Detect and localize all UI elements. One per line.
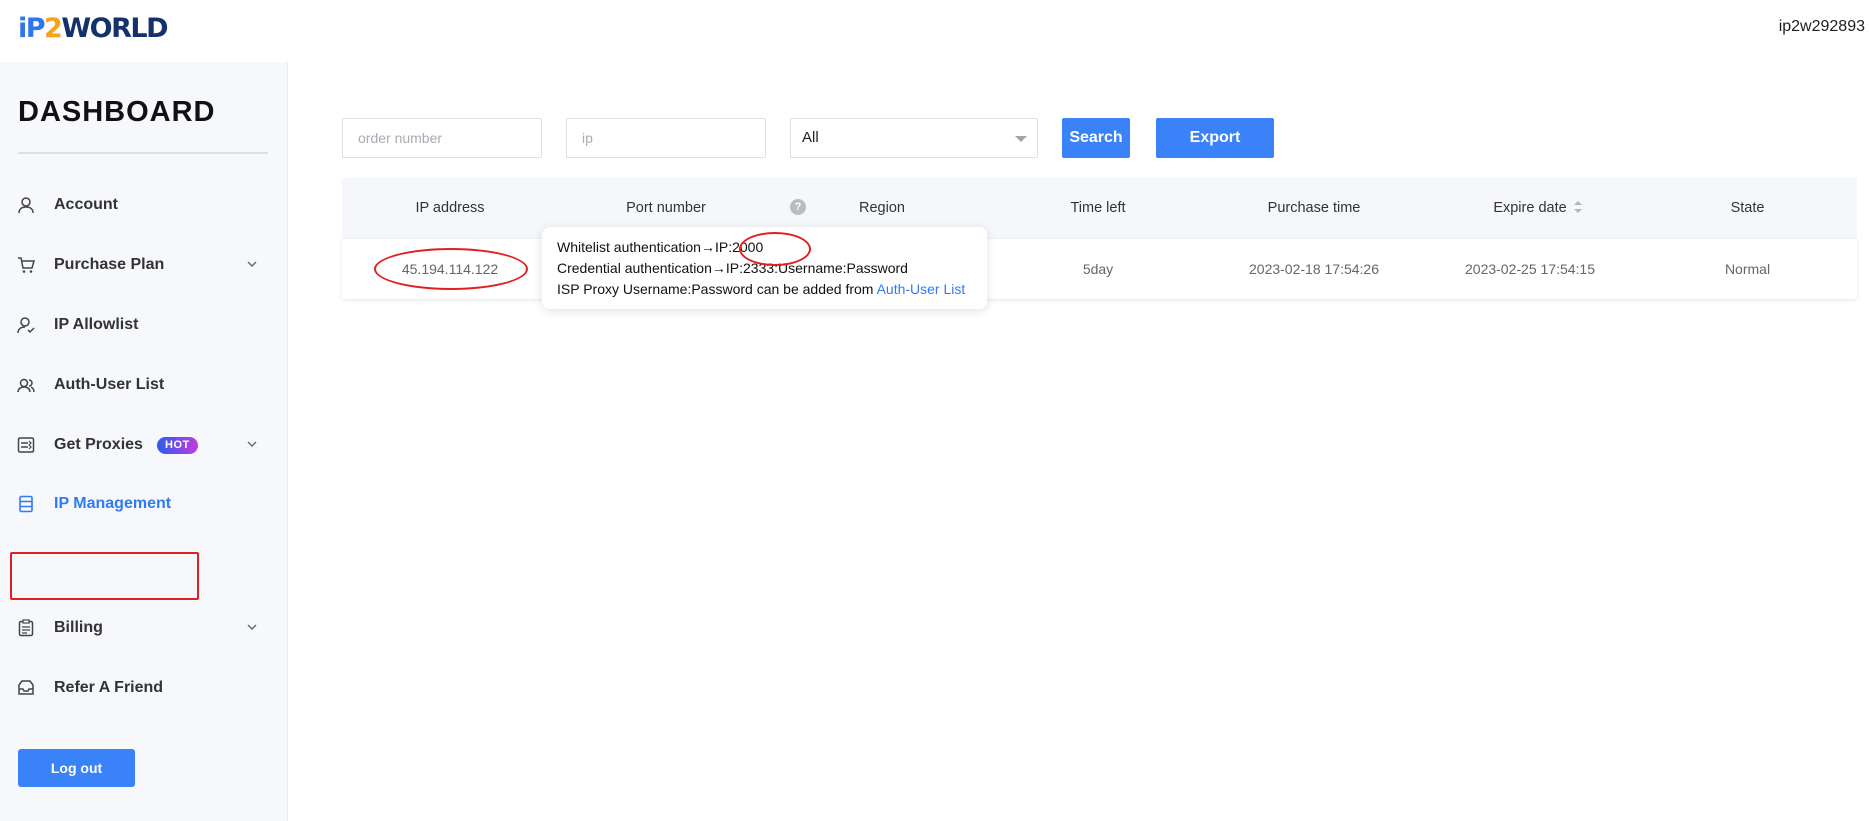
state-cell: Normal xyxy=(1724,261,1771,277)
purchase-time-cell: 2023-02-18 17:54:26 xyxy=(1249,261,1379,277)
sidebar-item-billing[interactable]: Billing xyxy=(0,608,288,648)
tooltip-port-value: 2000 xyxy=(732,239,764,255)
sidebar: DASHBOARD Account Purchase Plan IP Allow… xyxy=(0,62,288,821)
sort-icon[interactable] xyxy=(1573,198,1583,216)
logo-part-2: 2 xyxy=(44,12,63,44)
top-bar: iP2WORLD ip2w292893 xyxy=(0,0,1869,62)
caret-down-icon xyxy=(1015,136,1027,142)
dashboard-title: DASHBOARD xyxy=(18,96,216,128)
divider xyxy=(18,152,268,154)
ip2world-logo[interactable]: iP2WORLD xyxy=(18,12,168,44)
time-left-cell: 5day xyxy=(1082,261,1114,277)
user-check-icon xyxy=(17,317,35,334)
chevron-down-icon xyxy=(247,441,257,447)
sidebar-item-ip-allowlist[interactable]: IP Allowlist xyxy=(0,305,288,345)
annotation-highlight-box xyxy=(10,552,199,600)
sidebar-item-get-proxies[interactable]: Get Proxies HOT xyxy=(0,425,288,465)
username-label[interactable]: ip2w292893 xyxy=(1779,18,1865,36)
port-tooltip: Whitelist authentication→IP:2000 Credent… xyxy=(542,227,987,309)
sidebar-item-label: Auth-User List xyxy=(54,376,165,393)
tooltip-text: Whitelist authentication→IP: xyxy=(557,239,733,255)
tooltip-line-credential: Credential authentication→IP:2333:Userna… xyxy=(557,260,908,276)
sidebar-item-refer-a-friend[interactable]: Refer A Friend xyxy=(0,668,288,708)
column-header: Time left xyxy=(1070,200,1126,216)
hot-badge: HOT xyxy=(157,437,198,454)
users-icon xyxy=(17,378,35,393)
sidebar-item-label: Purchase Plan xyxy=(54,256,165,273)
ip-input[interactable] xyxy=(566,118,766,158)
sidebar-item-purchase-plan[interactable]: Purchase Plan xyxy=(0,245,288,285)
column-header[interactable]: Expire date xyxy=(1422,178,1638,239)
export-button[interactable]: Export xyxy=(1156,118,1274,158)
tooltip-line-whitelist: Whitelist authentication→IP:2000 xyxy=(557,237,972,258)
column-header: IP address xyxy=(415,200,485,216)
database-icon xyxy=(19,495,33,513)
chevron-down-icon xyxy=(247,261,257,267)
logo-part-world: WORLD xyxy=(61,12,168,44)
inbox-icon xyxy=(18,680,34,695)
sidebar-item-ip-management[interactable]: IP Management xyxy=(0,484,288,524)
sidebar-item-account[interactable]: Account xyxy=(0,185,288,225)
expire-date-cell: 2023-02-25 17:54:15 xyxy=(1465,261,1595,277)
column-header: Purchase time xyxy=(1267,200,1361,216)
clipboard-icon xyxy=(18,619,34,637)
sidebar-item-label: Billing xyxy=(54,619,103,636)
tooltip-line-isp: ISP Proxy Username:Password can be added… xyxy=(557,279,972,300)
proxies-icon xyxy=(17,437,35,453)
search-button[interactable]: Search xyxy=(1062,118,1130,158)
sidebar-item-label: Account xyxy=(54,196,118,213)
logout-button[interactable]: Log out xyxy=(18,749,135,787)
sidebar-item-auth-user-list[interactable]: Auth-User List xyxy=(0,365,288,405)
ip-address-cell[interactable]: 45.194.114.122 xyxy=(342,239,558,299)
sidebar-item-label: Refer A Friend xyxy=(54,679,164,696)
sidebar-item-label: IP Management xyxy=(54,495,172,512)
chevron-down-icon xyxy=(247,624,257,630)
cart-icon xyxy=(18,257,35,273)
sidebar-item-label: Get Proxies xyxy=(54,436,143,453)
logo-part-ip: iP xyxy=(18,12,46,44)
column-header: State xyxy=(1730,200,1765,216)
user-icon xyxy=(18,197,34,214)
tooltip-text: ISP Proxy Username:Password can be added… xyxy=(557,281,877,297)
order-number-input[interactable] xyxy=(342,118,542,158)
select-value: All xyxy=(802,129,819,146)
sidebar-item-label: IP Allowlist xyxy=(54,316,139,333)
main-content: All Search Export IP address Port number… xyxy=(289,62,1869,821)
auth-user-list-link[interactable]: Auth-User List xyxy=(877,281,966,297)
status-select[interactable]: All xyxy=(790,118,1038,158)
